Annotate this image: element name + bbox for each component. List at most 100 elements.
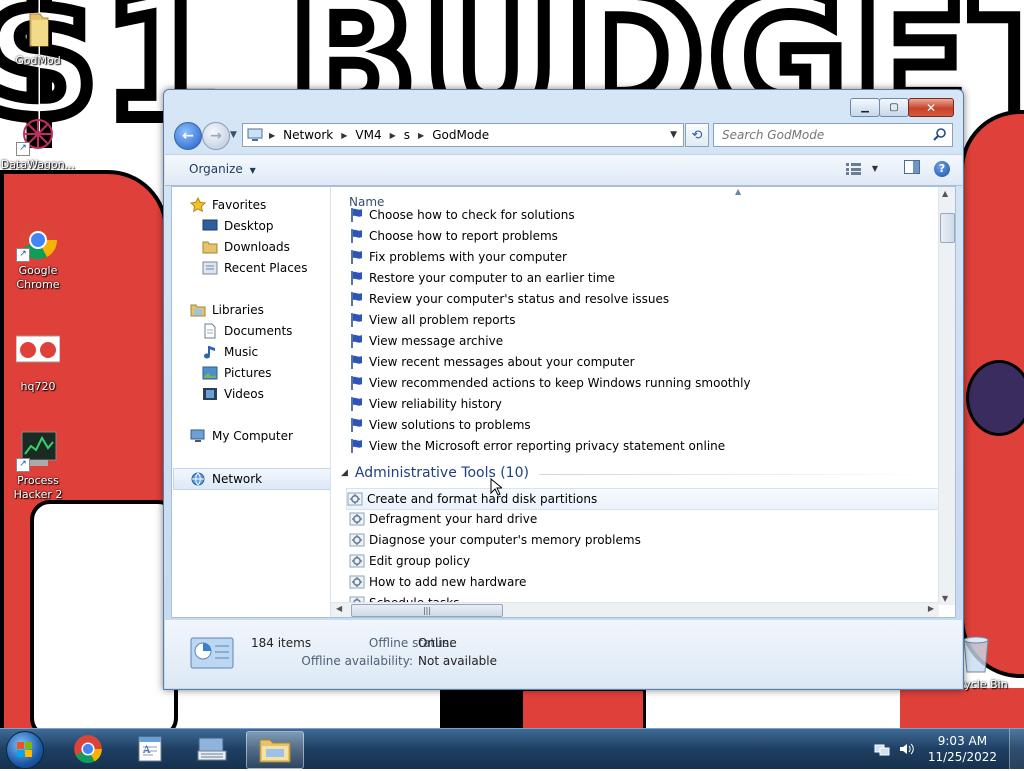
vertical-scrollbar[interactable]: ▲ ▼: [938, 187, 955, 605]
command-bar: Organize ▼ ▼ ?: [165, 154, 962, 186]
nav-my-computer[interactable]: My Computer: [190, 426, 293, 446]
action-center-flag-icon: [349, 228, 365, 244]
list-item[interactable]: Defragment your hard drive: [349, 509, 939, 529]
recent-pages-dropdown[interactable]: ▼: [230, 130, 237, 140]
offline-availability-value: Not available: [418, 654, 498, 668]
nav-item-desktop[interactable]: Desktop: [202, 216, 274, 236]
nav-item-downloads[interactable]: Downloads: [202, 237, 290, 257]
nav-item-recent-places[interactable]: Recent Places: [202, 258, 307, 278]
list-item[interactable]: View all problem reports: [349, 310, 939, 330]
list-item[interactable]: View recommended actions to keep Windows…: [349, 373, 939, 393]
action-center-flag-icon: [349, 396, 365, 412]
list-item[interactable]: Choose how to check for solutions: [349, 205, 939, 225]
volume-tray-icon[interactable]: [898, 741, 914, 757]
address-dropdown-icon[interactable]: ▼: [670, 130, 677, 140]
start-button[interactable]: [6, 731, 44, 769]
taskbar-clock[interactable]: 9:03 AM 11/25/2022: [928, 733, 997, 765]
breadcrumb-separator[interactable]: ▶: [341, 131, 347, 140]
search-icon[interactable]: [933, 127, 947, 144]
desktop-icon-process-hacker[interactable]: ↗ Process Hacker 2: [0, 428, 76, 502]
computer-icon: [190, 428, 206, 444]
list-item-label: View message archive: [369, 334, 504, 348]
refresh-button[interactable]: ⟲: [685, 123, 709, 147]
desktop-icon-hq720[interactable]: hq720: [0, 334, 76, 394]
explorer-window: ▁ ▢ ✕ ← → ▼ ▶ Network ▶ VM4 ▶ s ▶ GodMod…: [163, 89, 964, 690]
star-icon: [190, 197, 206, 213]
desktop-icon-chrome[interactable]: ↗ Google Chrome: [0, 218, 76, 292]
horizontal-scrollbar[interactable]: ◀ ||| ▶: [331, 602, 939, 617]
action-center-flag-icon: [349, 291, 365, 307]
nav-item-documents[interactable]: Documents: [202, 321, 292, 341]
minimize-button[interactable]: ▁: [850, 98, 880, 117]
offline-status-value: Online: [418, 636, 457, 650]
list-item[interactable]: Review your computer's status and resolv…: [349, 289, 939, 309]
action-center-flag-icon: [349, 354, 365, 370]
taskbar-wordpad[interactable]: A: [122, 731, 178, 767]
collapse-triangle-icon[interactable]: ◢: [341, 468, 348, 478]
organize-button[interactable]: Organize ▼: [189, 162, 256, 176]
list-item[interactable]: View solutions to problems: [349, 415, 939, 435]
list-item-label: Edit group policy: [369, 554, 471, 568]
address-bar[interactable]: ▶ Network ▶ VM4 ▶ s ▶ GodMode ▼: [242, 123, 684, 147]
desktop-icon: [202, 218, 218, 234]
list-item[interactable]: View the Microsoft error reporting priva…: [349, 436, 939, 456]
maximize-button[interactable]: ▢: [879, 98, 909, 117]
search-box[interactable]: [713, 123, 953, 147]
action-center-flag-icon: [349, 312, 365, 328]
back-button[interactable]: ←: [174, 122, 202, 150]
desktop-icon-datawagon[interactable]: ↗ DataWagon...: [0, 112, 76, 172]
breadcrumb-separator[interactable]: ▶: [418, 131, 424, 140]
desktop-icon-godmod[interactable]: GodMod: [0, 8, 76, 68]
list-item-label: Defragment your hard drive: [369, 512, 538, 526]
breadcrumb-separator[interactable]: ▶: [390, 131, 396, 140]
taskbar-explorer[interactable]: [246, 731, 304, 769]
close-button[interactable]: ✕: [908, 98, 954, 117]
file-list: Name ▲ Choose how to check for solutions…: [331, 187, 955, 617]
nav-item-videos[interactable]: Videos: [202, 384, 264, 404]
list-item[interactable]: Restore your computer to an earlier time: [349, 268, 939, 288]
list-item[interactable]: Fix problems with your computer: [349, 247, 939, 267]
list-item[interactable]: Diagnose your computer's memory problems: [349, 530, 939, 550]
breadcrumb-godmode[interactable]: GodMode: [432, 128, 489, 142]
preview-pane-button[interactable]: [904, 160, 920, 177]
chevron-down-icon: ▼: [871, 164, 878, 173]
horizontal-scroll-thumb[interactable]: |||: [351, 604, 503, 617]
folder-icon: [16, 8, 60, 52]
list-item[interactable]: View message archive: [349, 331, 939, 351]
breadcrumb-separator: ▶: [269, 130, 276, 140]
list-item[interactable]: Create and format hard disk partitions: [346, 488, 941, 510]
list-item[interactable]: How to add new hardware: [349, 572, 939, 592]
list-item[interactable]: View recent messages about your computer: [349, 352, 939, 372]
chrome-icon: [74, 735, 102, 764]
list-item[interactable]: Choose how to report problems: [349, 226, 939, 246]
breadcrumb-network[interactable]: Network: [283, 128, 333, 142]
list-item[interactable]: Edit group policy: [349, 551, 939, 571]
forward-button[interactable]: →: [202, 122, 230, 150]
scroll-right-icon[interactable]: ▶: [928, 604, 934, 613]
action-center-flag-icon: [349, 333, 365, 349]
scroll-down-icon[interactable]: ▼: [942, 594, 948, 603]
breadcrumb-vm4[interactable]: VM4: [355, 128, 381, 142]
list-item-label: View reliability history: [369, 397, 502, 411]
scroll-left-icon[interactable]: ◀: [336, 604, 342, 613]
vertical-scroll-thumb[interactable]: [940, 213, 955, 243]
list-item[interactable]: View reliability history: [349, 394, 939, 414]
network-tray-icon[interactable]: [874, 741, 890, 757]
nav-item-pictures[interactable]: Pictures: [202, 363, 272, 383]
nav-item-music[interactable]: Music: [202, 342, 258, 362]
taskbar-onscreen-keyboard[interactable]: [184, 731, 240, 767]
mouse-cursor-icon: [490, 478, 502, 496]
nav-favorites[interactable]: Favorites: [190, 195, 266, 215]
help-button[interactable]: ?: [934, 160, 950, 177]
nav-libraries[interactable]: Libraries: [190, 300, 264, 320]
scroll-up-icon[interactable]: ▲: [942, 189, 948, 198]
nav-network[interactable]: Network: [173, 468, 330, 490]
forward-arrow-icon: →: [210, 128, 222, 144]
group-header-administrative-tools[interactable]: ◢ Administrative Tools (10): [341, 463, 933, 483]
list-item-label: Diagnose your computer's memory problems: [369, 533, 641, 547]
taskbar-chrome[interactable]: [60, 731, 116, 767]
breadcrumb-s[interactable]: s: [404, 128, 410, 142]
search-input[interactable]: [720, 124, 924, 146]
change-view-button[interactable]: ▼: [845, 162, 878, 175]
show-desktop-button[interactable]: [1009, 729, 1024, 769]
